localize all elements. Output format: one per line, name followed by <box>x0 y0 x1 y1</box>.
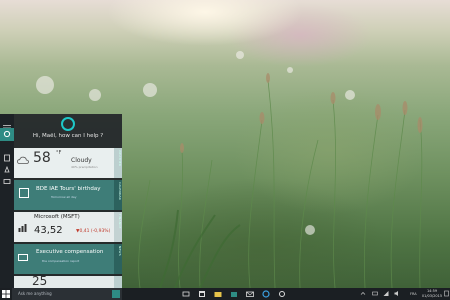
menu-icon[interactable] <box>3 117 11 131</box>
reminder-icon[interactable] <box>3 159 11 173</box>
news-side-label: NEWS <box>114 244 122 274</box>
finance-side-label: FINANCE <box>114 212 122 242</box>
stock-name: Microsoft (MSFT) <box>34 214 80 220</box>
partial-card-value: 25 <box>32 274 48 288</box>
windows-start-icon[interactable] <box>2 290 10 298</box>
stock-icon <box>18 224 27 232</box>
stock-card[interactable]: Microsoft (MSFT) 43,52 ▼0,41 (-0,93%) FI… <box>14 212 122 242</box>
news-title: Executive compensation <box>36 249 104 255</box>
news-detail: the compensation report <box>42 259 80 263</box>
calendar-side-label: CALENDAR <box>114 180 122 210</box>
network-icon[interactable] <box>383 290 389 297</box>
taskbar: Ask me anything FRA 14:59 01/03/2015 <box>0 288 450 300</box>
calendar-card[interactable]: BDE IAE Tours' birthday Tomorrow all day… <box>14 180 122 210</box>
settings-icon[interactable] <box>278 290 286 298</box>
weather-unit: °F <box>56 150 62 156</box>
calendar-app-icon[interactable] <box>198 290 206 298</box>
microphone-icon[interactable] <box>112 290 120 298</box>
search-placeholder: Ask me anything <box>18 291 52 296</box>
weather-temperature: 58 <box>33 150 51 166</box>
weather-card[interactable]: 58 °F Cloudy 40% precipitation WEATHER <box>14 148 122 178</box>
home-icon <box>3 130 11 138</box>
event-title: BDE IAE Tours' birthday <box>36 186 101 192</box>
explorer-icon[interactable] <box>214 290 222 298</box>
home-button[interactable] <box>0 128 14 141</box>
store-icon[interactable] <box>230 290 238 298</box>
notification-icon[interactable] <box>444 290 449 298</box>
stock-value: 43,52 <box>34 225 63 236</box>
ie-icon[interactable] <box>262 290 270 298</box>
battery-icon[interactable] <box>372 290 378 297</box>
clock[interactable]: 14:59 01/03/2015 <box>420 289 444 298</box>
task-view-icon[interactable] <box>182 290 190 298</box>
chevron-up-icon[interactable] <box>360 290 366 297</box>
stock-change: ▼0,41 (-0,93%) <box>76 229 111 234</box>
cortana-panel: Hi, Maël, how can I help ? 58 °F Cloudy … <box>14 114 122 288</box>
mail-icon <box>18 254 28 261</box>
cortana-ring-icon <box>61 117 75 131</box>
weather-side-label: WEATHER <box>114 148 122 178</box>
clock-date: 01/03/2015 <box>421 293 443 298</box>
mail-app-icon[interactable] <box>246 290 254 298</box>
language-indicator[interactable]: FRA <box>410 292 417 296</box>
cloud-icon <box>17 156 29 164</box>
volume-icon[interactable] <box>394 290 400 297</box>
notebook-icon[interactable] <box>3 147 11 162</box>
calendar-icon <box>19 188 29 198</box>
feedback-icon[interactable] <box>3 171 11 184</box>
news-card[interactable]: Executive compensation the compensation … <box>14 244 122 274</box>
cortana-greeting: Hi, Maël, how can I help ? <box>32 133 104 139</box>
search-box[interactable]: Ask me anything <box>12 288 122 300</box>
weather-detail: 40% precipitation <box>71 165 98 169</box>
cortana-rail <box>0 114 14 288</box>
partial-card[interactable]: 25 <box>14 274 122 288</box>
event-detail: Tomorrow all day <box>51 195 77 199</box>
weather-condition: Cloudy <box>71 157 92 164</box>
